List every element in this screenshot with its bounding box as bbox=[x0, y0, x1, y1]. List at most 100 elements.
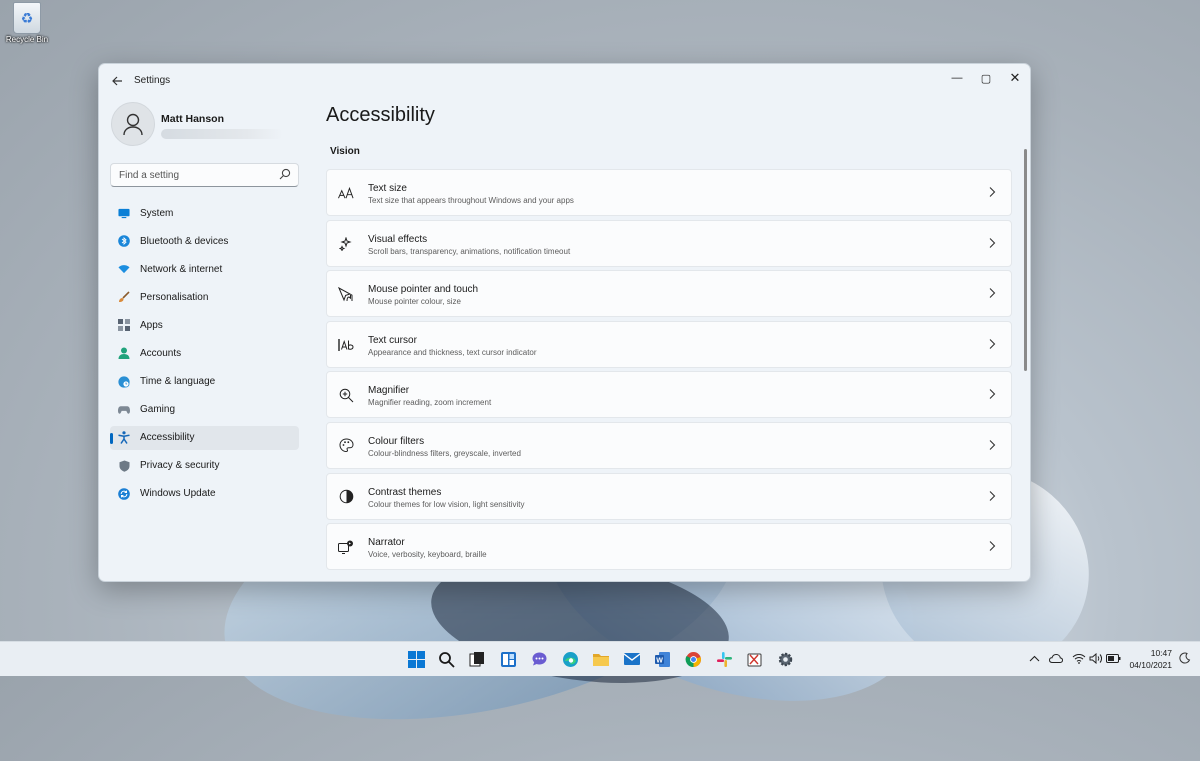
setting-card-title: Text size bbox=[368, 183, 407, 194]
setting-card-text-cursor[interactable]: Text cursor Appearance and thickness, tex… bbox=[326, 320, 1012, 368]
avatar bbox=[111, 102, 155, 146]
sidebar-item-personalisation[interactable]: Personalisation bbox=[110, 285, 299, 309]
wifi-icon bbox=[118, 263, 130, 275]
chevron-right-icon bbox=[989, 338, 996, 349]
globe-clock-icon bbox=[118, 375, 130, 388]
user-profile[interactable]: Matt Hanson bbox=[111, 102, 301, 146]
search-icon[interactable] bbox=[279, 168, 291, 180]
back-button[interactable] bbox=[109, 73, 125, 89]
profile-name: Matt Hanson bbox=[161, 113, 224, 125]
recycle-bin-label: Recycle Bin bbox=[5, 35, 49, 44]
mail-icon[interactable] bbox=[621, 648, 643, 670]
chevron-up-icon[interactable] bbox=[1026, 650, 1042, 666]
setting-card-description: Text size that appears throughout Window… bbox=[368, 196, 574, 205]
edge-icon[interactable] bbox=[559, 648, 581, 670]
wifi-icon[interactable] bbox=[1071, 650, 1087, 666]
contrast-icon bbox=[338, 489, 354, 505]
taskbar: 10:47 04/10/2021 W bbox=[0, 641, 1200, 676]
setting-card-magnifier[interactable]: Magnifier Magnifier reading, zoom increme… bbox=[326, 371, 1012, 419]
widgets-icon[interactable] bbox=[497, 648, 519, 670]
teams-chat-icon[interactable] bbox=[528, 648, 550, 670]
sidebar-item-network-internet[interactable]: Network & internet bbox=[110, 257, 299, 281]
setting-card-title: Contrast themes bbox=[368, 486, 442, 498]
bluetooth-icon bbox=[118, 235, 130, 247]
sidebar-item-apps[interactable]: Apps bbox=[110, 313, 299, 337]
setting-card-description: Scroll bars, transparency, animations, n… bbox=[368, 246, 571, 256]
sidebar-item-label: Personalisation bbox=[140, 291, 209, 303]
sidebar-item-label: Network & internet bbox=[140, 263, 223, 275]
sidebar-item-label: Accessibility bbox=[140, 432, 195, 444]
battery-icon[interactable] bbox=[1105, 650, 1121, 666]
sidebar-item-accounts[interactable]: Accounts bbox=[110, 341, 299, 365]
search-icon[interactable] bbox=[436, 648, 458, 670]
onedrive-icon[interactable] bbox=[1048, 650, 1064, 666]
arrow-left-icon bbox=[111, 76, 122, 86]
setting-card-description: Colour themes for low vision, light sens… bbox=[368, 499, 525, 509]
recycle-bin-icon: ♻ bbox=[13, 2, 41, 34]
settings-search[interactable] bbox=[110, 163, 299, 187]
sidebar-item-label: Privacy & security bbox=[140, 460, 220, 472]
svg-text:W: W bbox=[656, 657, 663, 664]
chevron-right-icon bbox=[989, 541, 996, 552]
slack-icon[interactable] bbox=[713, 648, 735, 670]
setting-card-mouse-pointer-and-touch[interactable]: Mouse pointer and touch Mouse pointer col… bbox=[326, 270, 1012, 318]
settings-window: Settings — ▢ ✕ Matt Hanson SystemBluetoo… bbox=[98, 63, 1031, 582]
search-input[interactable] bbox=[117, 167, 271, 183]
pointer-touch-icon bbox=[338, 286, 354, 302]
gamepad-icon bbox=[118, 404, 130, 416]
recycle-bin-shortcut[interactable]: ♻ Recycle Bin bbox=[4, 2, 50, 44]
sidebar-item-windows-update[interactable]: Windows Update bbox=[110, 482, 299, 506]
shield-icon bbox=[118, 460, 130, 472]
sidebar-item-bluetooth-devices[interactable]: Bluetooth & devices bbox=[110, 229, 299, 253]
volume-icon[interactable] bbox=[1088, 650, 1104, 666]
setting-card-description: Colour-blindness filters, greyscale, inv… bbox=[368, 448, 521, 458]
setting-card-narrator[interactable]: Narrator Voice, verbosity, keyboard, brai… bbox=[326, 523, 1012, 571]
settings-icon[interactable] bbox=[775, 648, 797, 670]
snipping-tool-icon[interactable] bbox=[744, 648, 766, 670]
setting-card-description: Appearance and thickness, text cursor in… bbox=[368, 347, 537, 357]
text-cursor-icon bbox=[338, 337, 354, 353]
sidebar-item-system[interactable]: System bbox=[110, 201, 299, 225]
sparkle-icon bbox=[338, 236, 354, 252]
file-explorer-icon[interactable] bbox=[590, 648, 612, 670]
profile-email-blurred bbox=[161, 129, 283, 139]
sidebar-item-accessibility[interactable]: Accessibility bbox=[110, 425, 299, 450]
person-icon bbox=[123, 113, 143, 136]
setting-card-title: Colour filters bbox=[368, 435, 425, 447]
notification-icon[interactable] bbox=[1177, 650, 1193, 666]
settings-card-list: Text size Text size that appears througho… bbox=[326, 169, 1012, 574]
setting-card-title: Visual effects bbox=[368, 233, 428, 245]
chevron-right-icon bbox=[989, 440, 996, 450]
section-title: Vision bbox=[330, 146, 360, 157]
magnifier-icon bbox=[338, 387, 354, 403]
setting-card-description: Magnifier reading, zoom increment bbox=[368, 398, 492, 408]
sidebar-item-label: Bluetooth & devices bbox=[140, 235, 229, 247]
setting-card-contrast-themes[interactable]: Contrast themes Colour themes for low vis… bbox=[326, 472, 1012, 520]
scrollbar[interactable] bbox=[1024, 149, 1027, 371]
setting-card-description: Voice, verbosity, keyboard, braille bbox=[368, 550, 487, 560]
setting-card-visual-effects[interactable]: Visual effects Scroll bars, transparency,… bbox=[326, 219, 1012, 267]
sidebar-item-label: Time & language bbox=[140, 376, 216, 388]
setting-card-text-size[interactable]: Text size Text size that appears througho… bbox=[326, 169, 1012, 216]
palette-icon bbox=[338, 438, 354, 454]
setting-card-colour-filters[interactable]: Colour filters Colour-blindness filters, … bbox=[326, 421, 1012, 469]
accessibility-icon bbox=[118, 431, 130, 445]
sidebar-item-gaming[interactable]: Gaming bbox=[110, 398, 299, 422]
word-icon[interactable]: W bbox=[651, 648, 673, 670]
windows-start-icon[interactable] bbox=[405, 648, 427, 670]
sidebar-item-time-language[interactable]: Time & language bbox=[110, 370, 299, 394]
setting-card-title: Magnifier bbox=[368, 385, 410, 397]
system-clock[interactable]: 10:47 04/10/2021 bbox=[1124, 647, 1172, 671]
text-size-icon bbox=[338, 185, 354, 201]
setting-card-title: Narrator bbox=[368, 537, 405, 549]
person-icon bbox=[118, 347, 130, 360]
chrome-icon[interactable] bbox=[682, 648, 704, 670]
setting-card-title: Text cursor bbox=[368, 334, 417, 346]
task-view-icon[interactable] bbox=[467, 648, 489, 670]
narrator-icon bbox=[338, 539, 354, 555]
monitor-icon bbox=[118, 207, 130, 219]
setting-card-title: Mouse pointer and touch bbox=[368, 284, 479, 296]
sidebar-item-label: Apps bbox=[140, 319, 163, 331]
sidebar-item-label: System bbox=[140, 207, 174, 219]
sidebar-item-privacy-security[interactable]: Privacy & security bbox=[110, 454, 299, 478]
